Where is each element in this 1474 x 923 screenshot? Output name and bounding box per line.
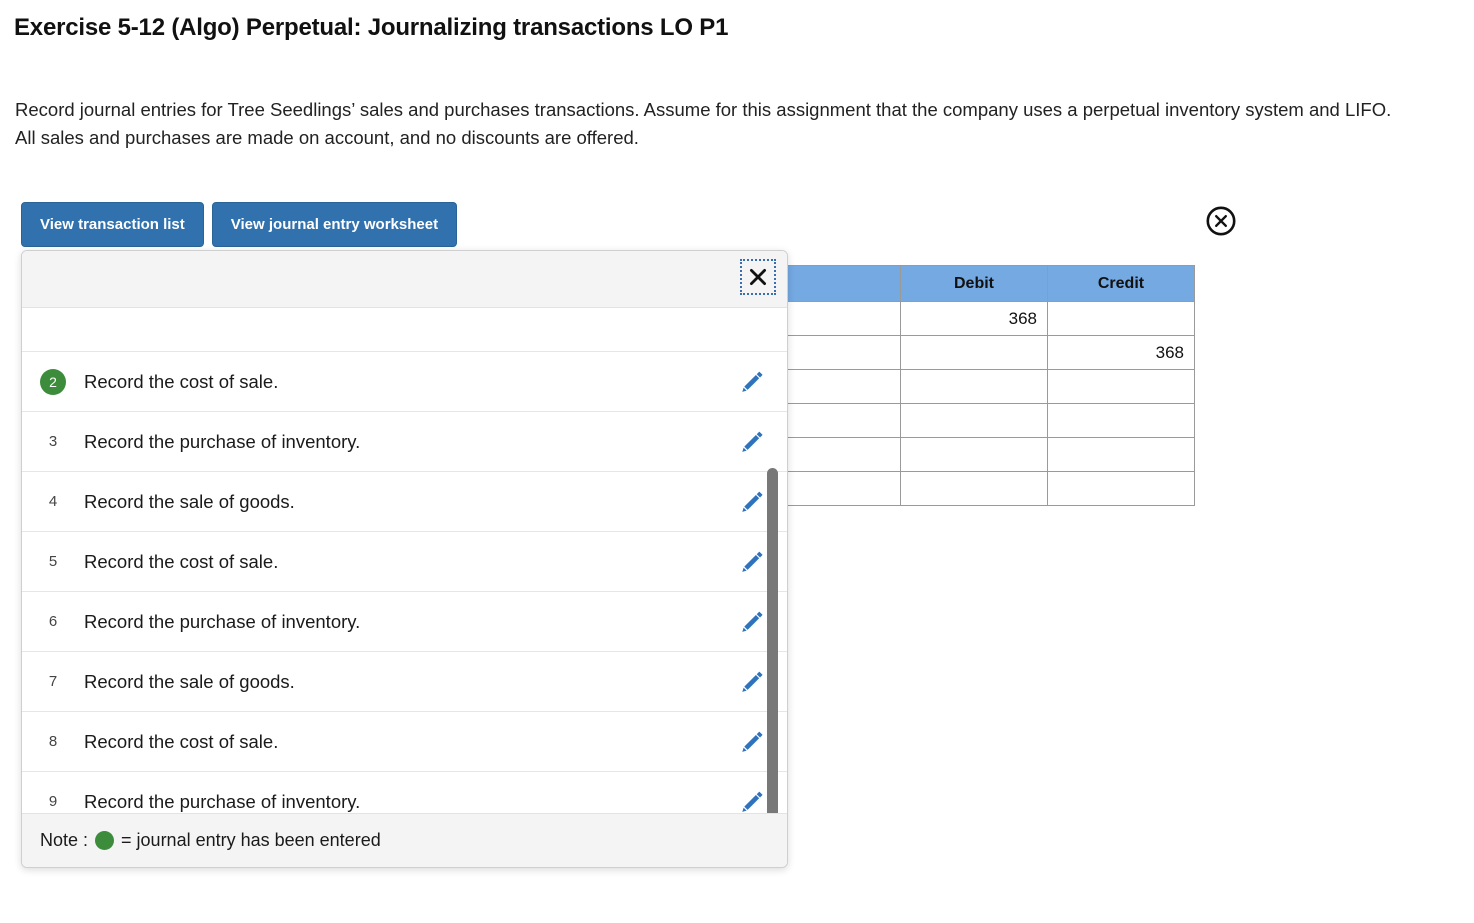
view-transaction-list-button[interactable]: View transaction list [21, 202, 204, 247]
list-item[interactable]: 5 Record the cost of sale. [22, 532, 787, 592]
list-item[interactable]: 7 Record the sale of goods. [22, 652, 787, 712]
entered-badge: 2 [40, 368, 66, 395]
page-title: Exercise 5-12 (Algo) Perpetual: Journali… [14, 14, 729, 41]
list-item[interactable]: 6 Record the purchase of inventory. [22, 592, 787, 652]
cell-debit[interactable] [900, 471, 1048, 506]
cell-debit[interactable] [900, 403, 1048, 438]
cell-credit[interactable] [1047, 437, 1195, 472]
entered-green-dot-icon [95, 831, 115, 850]
note-text-label: = journal entry has been entered [121, 830, 381, 850]
transaction-number: 2 [22, 368, 84, 395]
transaction-number: 8 [48, 733, 58, 750]
toolbar: View transaction list View journal entry… [21, 202, 458, 247]
view-journal-entry-worksheet-button[interactable]: View journal entry worksheet [211, 202, 458, 247]
cell-debit[interactable]: 368 [900, 301, 1048, 336]
instructions-text: Record journal entries for Tree Seedling… [15, 99, 1392, 148]
cell-debit[interactable] [900, 369, 1048, 404]
cell-credit[interactable] [1047, 403, 1195, 438]
list-item[interactable]: 9 Record the purchase of inventory. [22, 772, 787, 815]
cell-debit[interactable] [900, 335, 1048, 370]
transaction-list-popover: 2 Record the cost of sale. 3 Record the pur… [21, 250, 788, 868]
cell-credit[interactable] [1047, 471, 1195, 506]
transaction-description: Record the purchase of inventory. [84, 430, 361, 452]
list-item[interactable]: 2 Record the cost of sale. [22, 352, 787, 412]
transaction-number: 6 [48, 613, 58, 630]
legend-note: Note : = journal entry has been entered [22, 813, 787, 867]
transaction-description: Record the purchase of inventory. [84, 610, 361, 632]
cell-credit[interactable] [1047, 301, 1195, 336]
transaction-description: Record the sale of goods. [84, 670, 295, 692]
popover-header [22, 251, 787, 308]
column-header-credit: Credit [1047, 265, 1195, 302]
transaction-description: Record the cost of sale. [84, 730, 279, 752]
transaction-number: 7 [48, 673, 58, 690]
transaction-number: 9 [48, 793, 58, 810]
cell-credit[interactable] [1047, 369, 1195, 404]
close-icon[interactable] [740, 259, 776, 295]
list-scrollbar-thumb[interactable] [767, 468, 778, 815]
transaction-description: Record the sale of goods. [84, 490, 295, 512]
transaction-description: Record the cost of sale. [84, 370, 279, 392]
popover-arrow [68, 250, 92, 251]
list-item[interactable]: 3 Record the purchase of inventory. [22, 412, 787, 472]
list-item[interactable] [22, 308, 787, 352]
transaction-number: 4 [48, 493, 58, 510]
transaction-number: 5 [48, 553, 58, 570]
cell-credit[interactable]: 368 [1047, 335, 1195, 370]
list-item[interactable]: 8 Record the cost of sale. [22, 712, 787, 772]
transaction-number: 3 [48, 433, 58, 450]
transaction-list[interactable]: 2 Record the cost of sale. 3 Record the pur… [22, 308, 787, 815]
note-prefix-label: Note : [40, 830, 89, 850]
cell-debit[interactable] [900, 437, 1048, 472]
list-item[interactable]: 4 Record the sale of goods. [22, 472, 787, 532]
circle-close-icon[interactable] [1205, 205, 1237, 237]
transaction-description: Record the cost of sale. [84, 550, 279, 572]
transaction-description: Record the purchase of inventory. [84, 790, 361, 812]
list-scrollbar-track[interactable] [767, 308, 783, 815]
column-header-debit: Debit [900, 265, 1048, 302]
